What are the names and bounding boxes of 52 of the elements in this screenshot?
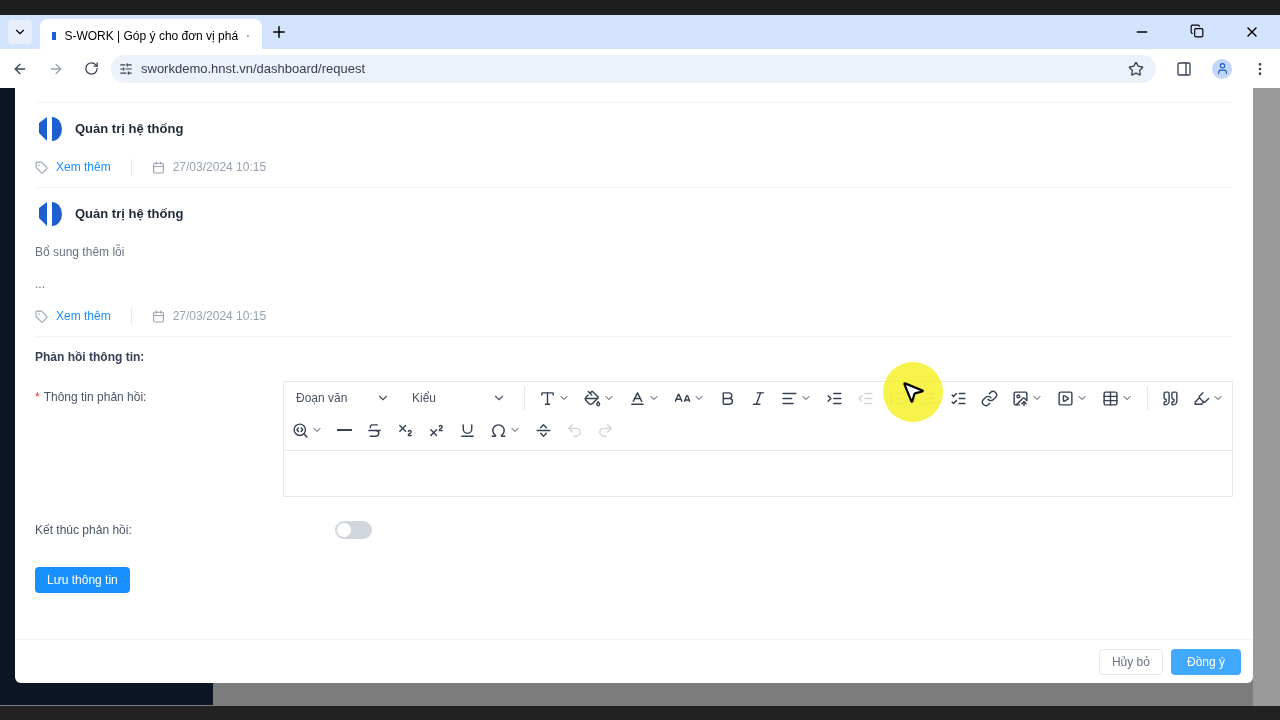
cursor-icon [900,379,926,405]
font-size-icon [539,389,556,407]
table-icon [1102,389,1119,407]
author-name: Quản trị hệ thống [75,205,184,224]
field-label: Kết thúc phản hồi: [35,522,133,538]
save-button[interactable]: Lưu thông tin [35,567,130,593]
address-bar[interactable]: sworkdemo.hnst.vn/dashboard/request [111,54,1156,83]
tab-list-button[interactable] [8,20,32,44]
section-title: Phản hồi thông tin: [35,349,146,365]
comment-text: ... [35,276,46,292]
tag-icon [35,160,48,174]
comment-date: 27/03/2024 10:15 [172,308,267,324]
paint-bucket-icon [584,389,601,407]
see-more-link[interactable]: Xem thêm [56,159,111,175]
tag-icon [35,309,48,323]
side-panel-icon[interactable] [1176,60,1192,77]
format-select[interactable]: Kiểu [404,382,514,414]
search-code-icon [292,421,309,439]
highlighter-icon [1193,389,1210,407]
omega-icon [490,421,507,439]
comment-date: 27/03/2024 10:15 [172,159,267,175]
toggle-switch[interactable] [335,521,372,539]
horizontal-line-icon [337,429,352,431]
field-label: Thông tin phản hồi: [43,389,147,406]
restore-icon[interactable] [1190,24,1204,38]
cancel-button[interactable]: Hủy bỏ [1098,648,1163,675]
quote-icon [1162,389,1179,407]
star-icon[interactable] [1128,60,1144,77]
play-icon [1057,389,1074,407]
reload-icon[interactable] [84,61,99,76]
favicon-icon [52,32,57,40]
undo-icon [566,421,583,439]
tab-title: S-WORK | Góp ý cho đơn vị phá [64,28,239,44]
profile-icon[interactable] [1212,58,1232,79]
see-more-link[interactable]: Xem thêm [56,308,111,324]
text-color-icon [629,389,646,407]
link-icon [981,389,998,407]
calendar-icon [151,160,165,174]
underline-icon [459,421,476,439]
strikethrough-icon [366,421,383,439]
new-tab-icon[interactable] [270,23,288,41]
required-mark: * [35,389,40,406]
calendar-icon [151,309,165,323]
site-info-icon[interactable] [119,61,133,76]
format-select[interactable]: Đoạn văn [288,382,398,414]
redo-icon [597,421,614,439]
page-break-icon [535,421,552,439]
author-name: Quản trị hệ thống [75,120,184,139]
italic-icon [750,389,767,407]
image-upload-icon [1012,389,1029,407]
url-text: sworkdemo.hnst.vn/dashboard/request [141,59,365,78]
comment-text: Bổ sung thêm lỗi [35,244,126,260]
